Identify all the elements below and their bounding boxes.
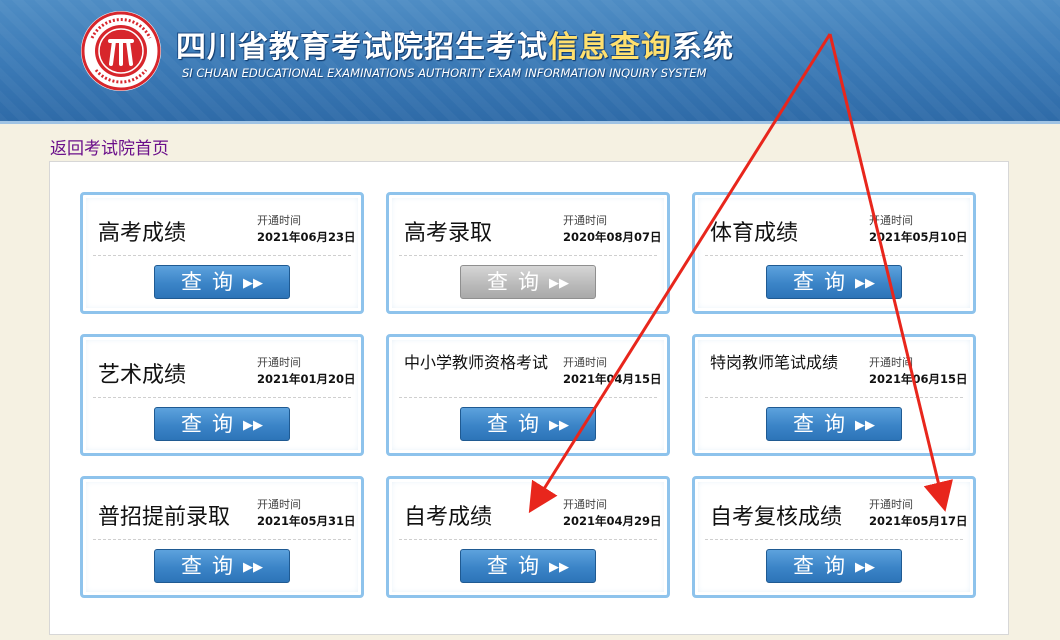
open-date: 2021年05月31日	[257, 514, 356, 528]
query-button[interactable]: 查询▶▶	[460, 407, 596, 441]
double-chevron-right-icon: ▶▶	[549, 418, 569, 433]
open-date: 2021年05月17日	[869, 514, 968, 528]
query-button[interactable]: 查询▶▶	[766, 549, 902, 583]
double-chevron-right-icon: ▶▶	[243, 560, 263, 575]
card-sports-score: 体育成绩 开通时间 2021年05月10日 查询▶▶	[692, 192, 976, 314]
open-time-label: 开通时间	[563, 498, 607, 511]
divider	[399, 397, 657, 398]
open-time-label: 开通时间	[257, 214, 301, 227]
double-chevron-right-icon: ▶▶	[855, 560, 875, 575]
divider	[705, 255, 963, 256]
open-time-label: 开通时间	[257, 498, 301, 511]
card-self-study-review: 自考复核成绩 开通时间 2021年05月17日 查询▶▶	[692, 476, 976, 598]
site-header: 四川省教育考试院招生考试信息查询系统 SI CHUAN EDUCATIONAL …	[0, 0, 1060, 124]
query-label: 查询	[793, 554, 855, 578]
divider	[705, 397, 963, 398]
card-title: 体育成绩	[710, 221, 799, 246]
open-date: 2021年06月23日	[257, 230, 356, 244]
divider	[399, 255, 657, 256]
card-title: 自考成绩	[404, 505, 493, 530]
title-main: 四川省教育考试院招生考试	[176, 30, 548, 65]
double-chevron-right-icon: ▶▶	[243, 418, 263, 433]
query-label: 查询	[793, 412, 855, 436]
query-label: 查询	[487, 412, 549, 436]
query-button[interactable]: 查询▶▶	[154, 407, 290, 441]
query-button[interactable]: 查询▶▶	[766, 265, 902, 299]
open-time-label: 开通时间	[563, 214, 607, 227]
open-date: 2021年04月29日	[563, 514, 662, 528]
query-label: 查询	[181, 270, 243, 294]
card-special-teacher: 特岗教师笔试成绩 开通时间 2021年06月15日 查询▶▶	[692, 334, 976, 456]
card-gaokao-admission: 高考录取 开通时间 2020年08月07日 查询▶▶	[386, 192, 670, 314]
double-chevron-right-icon: ▶▶	[855, 418, 875, 433]
card-title: 艺术成绩	[98, 363, 187, 388]
query-button[interactable]: 查询▶▶	[154, 549, 290, 583]
card-title: 自考复核成绩	[710, 505, 843, 530]
open-date: 2021年01月20日	[257, 372, 356, 386]
card-title: 中小学教师资格考试	[404, 353, 549, 372]
query-label: 查询	[181, 554, 243, 578]
card-art-score: 艺术成绩 开通时间 2021年01月20日 查询▶▶	[80, 334, 364, 456]
double-chevron-right-icon: ▶▶	[243, 276, 263, 291]
query-button-disabled: 查询▶▶	[460, 265, 596, 299]
card-title: 高考录取	[404, 221, 493, 246]
open-date: 2021年05月10日	[869, 230, 968, 244]
query-button[interactable]: 查询▶▶	[766, 407, 902, 441]
site-title: 四川省教育考试院招生考试信息查询系统	[176, 22, 734, 66]
double-chevron-right-icon: ▶▶	[549, 276, 569, 291]
open-date: 2021年04月15日	[563, 372, 662, 386]
query-label: 查询	[487, 554, 549, 578]
card-title: 高考成绩	[98, 221, 187, 246]
open-date: 2021年06月15日	[869, 372, 968, 386]
card-title: 特岗教师笔试成绩	[710, 353, 839, 372]
divider	[399, 539, 657, 540]
divider	[93, 539, 351, 540]
open-date: 2020年08月07日	[563, 230, 662, 244]
title-end: 系统	[672, 30, 734, 65]
back-to-home-link[interactable]: 返回考试院首页	[50, 134, 169, 159]
site-subtitle: SI CHUAN EDUCATIONAL EXAMINATIONS AUTHOR…	[182, 66, 707, 80]
open-time-label: 开通时间	[869, 356, 913, 369]
query-label: 查询	[487, 270, 549, 294]
card-teacher-qualification: 中小学教师资格考试 开通时间 2021年04月15日 查询▶▶	[386, 334, 670, 456]
double-chevron-right-icon: ▶▶	[549, 560, 569, 575]
query-label: 查询	[793, 270, 855, 294]
open-time-label: 开通时间	[869, 498, 913, 511]
card-self-study-score: 自考成绩 开通时间 2021年04月29日 查询▶▶	[386, 476, 670, 598]
divider	[705, 539, 963, 540]
open-time-label: 开通时间	[257, 356, 301, 369]
query-button[interactable]: 查询▶▶	[460, 549, 596, 583]
open-time-label: 开通时间	[869, 214, 913, 227]
divider	[93, 397, 351, 398]
card-early-admission: 普招提前录取 开通时间 2021年05月31日 查询▶▶	[80, 476, 364, 598]
query-panel: 高考成绩 开通时间 2021年06月23日 查询▶▶ 高考录取 开通时间 202…	[49, 161, 1009, 635]
query-button[interactable]: 查询▶▶	[154, 265, 290, 299]
open-time-label: 开通时间	[563, 356, 607, 369]
card-title: 普招提前录取	[98, 505, 231, 530]
exam-authority-logo	[81, 11, 161, 91]
query-label: 查询	[181, 412, 243, 436]
card-gaokao-score: 高考成绩 开通时间 2021年06月23日 查询▶▶	[80, 192, 364, 314]
divider	[93, 255, 351, 256]
title-highlight: 信息查询	[548, 30, 672, 65]
double-chevron-right-icon: ▶▶	[855, 276, 875, 291]
